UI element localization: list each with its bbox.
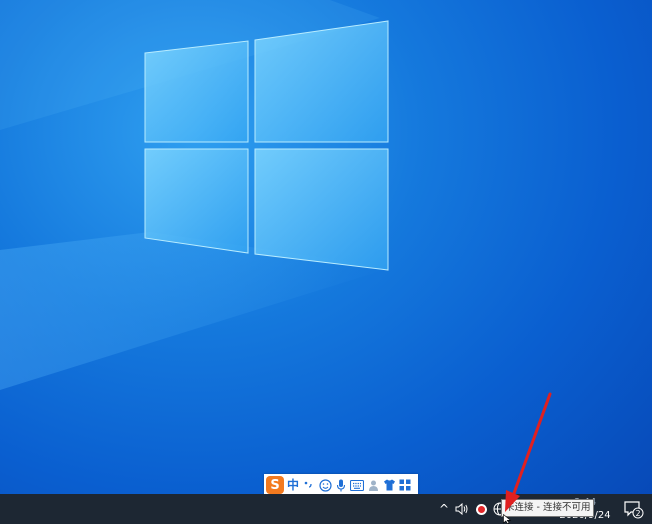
microphone-icon[interactable] bbox=[334, 476, 348, 494]
record-icon[interactable] bbox=[472, 494, 490, 524]
ime-mode-toggle[interactable]: 中 bbox=[286, 476, 300, 494]
grid-menu-icon[interactable] bbox=[398, 476, 412, 494]
show-hidden-icons-chevron-icon[interactable]: ^ bbox=[436, 494, 452, 524]
ime-toolbar[interactable]: S 中 bbox=[264, 474, 418, 496]
punctuation-icon[interactable] bbox=[302, 476, 316, 494]
notification-icon: 2 bbox=[624, 501, 644, 519]
windows-logo-icon bbox=[144, 20, 389, 271]
desktop: S 中 ^ 2 未连接 - 连接不可用 bbox=[0, 0, 652, 524]
volume-icon[interactable] bbox=[453, 494, 471, 524]
emoji-icon[interactable] bbox=[318, 476, 332, 494]
shirt-icon[interactable] bbox=[382, 476, 396, 494]
keyboard-icon[interactable] bbox=[350, 476, 364, 494]
mouse-cursor-icon bbox=[503, 514, 512, 524]
skin-icon[interactable] bbox=[366, 476, 380, 494]
action-center-button[interactable]: 2 bbox=[618, 494, 648, 524]
sogou-logo-icon[interactable]: S bbox=[266, 476, 284, 494]
network-tooltip: 未连接 - 连接不可用 bbox=[501, 499, 595, 517]
notification-count: 2 bbox=[635, 509, 640, 518]
